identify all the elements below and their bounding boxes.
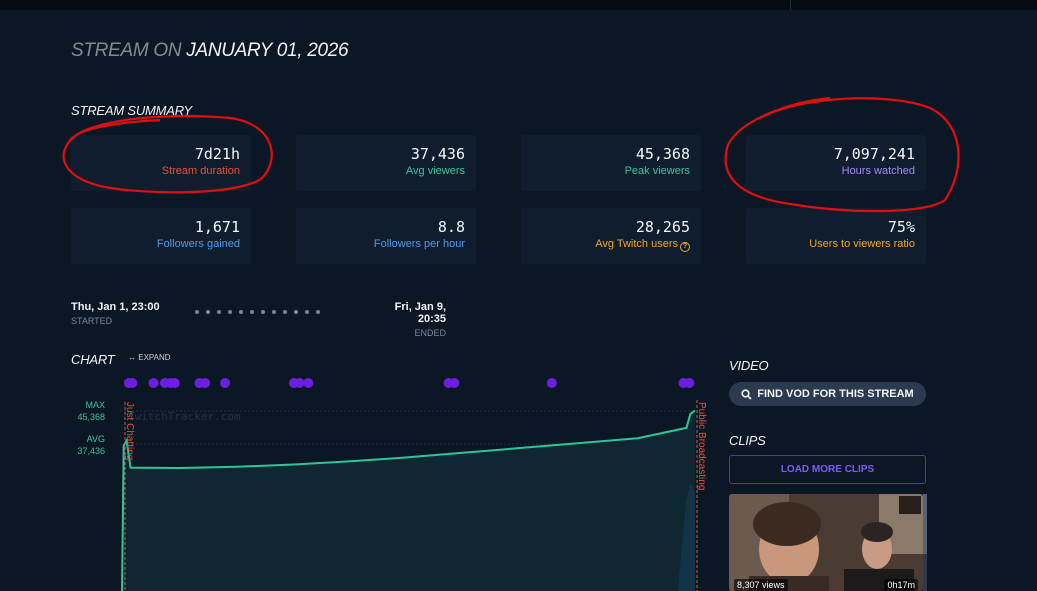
stream-end: Fri, Jan 9, 20:35 ENDED xyxy=(368,301,446,338)
chart-marker-dot[interactable] xyxy=(303,378,314,388)
chart-marker-dot[interactable] xyxy=(148,378,159,388)
expand-label: EXPAND xyxy=(138,353,171,362)
expand-button[interactable]: ↔ EXPAND xyxy=(128,353,171,362)
chart-marker-dot[interactable] xyxy=(220,378,231,388)
clip-thumbnail[interactable]: 8,307 views 0h17m xyxy=(729,494,923,591)
start-time: Thu, Jan 1, 23:00 xyxy=(71,301,160,313)
clip-preview-image xyxy=(729,494,923,591)
chart-markers xyxy=(123,378,695,388)
avg-value: 37,436 xyxy=(77,446,105,456)
annotation-circle xyxy=(724,96,960,213)
chart-marker-dot[interactable] xyxy=(546,378,557,388)
clips-scrollbar-thumb[interactable] xyxy=(923,494,927,554)
annotation-overlay xyxy=(62,96,960,213)
timeline-dots xyxy=(195,310,320,314)
chart-marker-dot[interactable] xyxy=(684,378,695,388)
video-heading: VIDEO xyxy=(729,358,769,373)
max-value: 45,368 xyxy=(77,412,105,422)
chart-marker-dot[interactable] xyxy=(449,378,460,388)
chart-marker-dot[interactable] xyxy=(200,378,211,388)
search-icon xyxy=(741,388,752,400)
chart-marker-dot[interactable] xyxy=(127,378,138,388)
annotation-circle xyxy=(62,114,273,194)
chart-marker-dot[interactable] xyxy=(169,378,180,388)
chart-area-fill xyxy=(122,410,695,591)
load-more-clips-button[interactable]: LOAD MORE CLIPS xyxy=(729,455,926,484)
viewer-chart[interactable]: TwitchTracker.com MAX 45,368 AVG 37,436 … xyxy=(70,370,710,591)
end-time: Fri, Jan 9, 20:35 xyxy=(394,301,446,325)
chart-heading: CHART xyxy=(71,352,115,367)
find-vod-label: FIND VOD FOR THIS STREAM xyxy=(757,388,914,400)
find-vod-button[interactable]: FIND VOD FOR THIS STREAM xyxy=(729,382,926,406)
arrows-horizontal-icon: ↔ xyxy=(128,353,136,362)
category-label-end: Public Broadcasting xyxy=(696,402,707,490)
start-label: STARTED xyxy=(71,316,113,326)
chart-watermark: TwitchTracker.com xyxy=(128,410,241,423)
clips-scrollbar[interactable] xyxy=(923,494,927,591)
end-label: ENDED xyxy=(414,328,446,338)
max-label: MAX xyxy=(85,400,105,410)
avg-label: AVG xyxy=(87,434,105,444)
chart-marker-dot[interactable] xyxy=(294,378,305,388)
stream-start: Thu, Jan 1, 23:00 STARTED xyxy=(71,301,160,326)
clips-heading: CLIPS xyxy=(729,433,766,448)
clip-views: 8,307 views xyxy=(734,579,788,591)
category-label-start: Just Chatting xyxy=(124,402,135,460)
clip-duration: 0h17m xyxy=(884,579,918,591)
